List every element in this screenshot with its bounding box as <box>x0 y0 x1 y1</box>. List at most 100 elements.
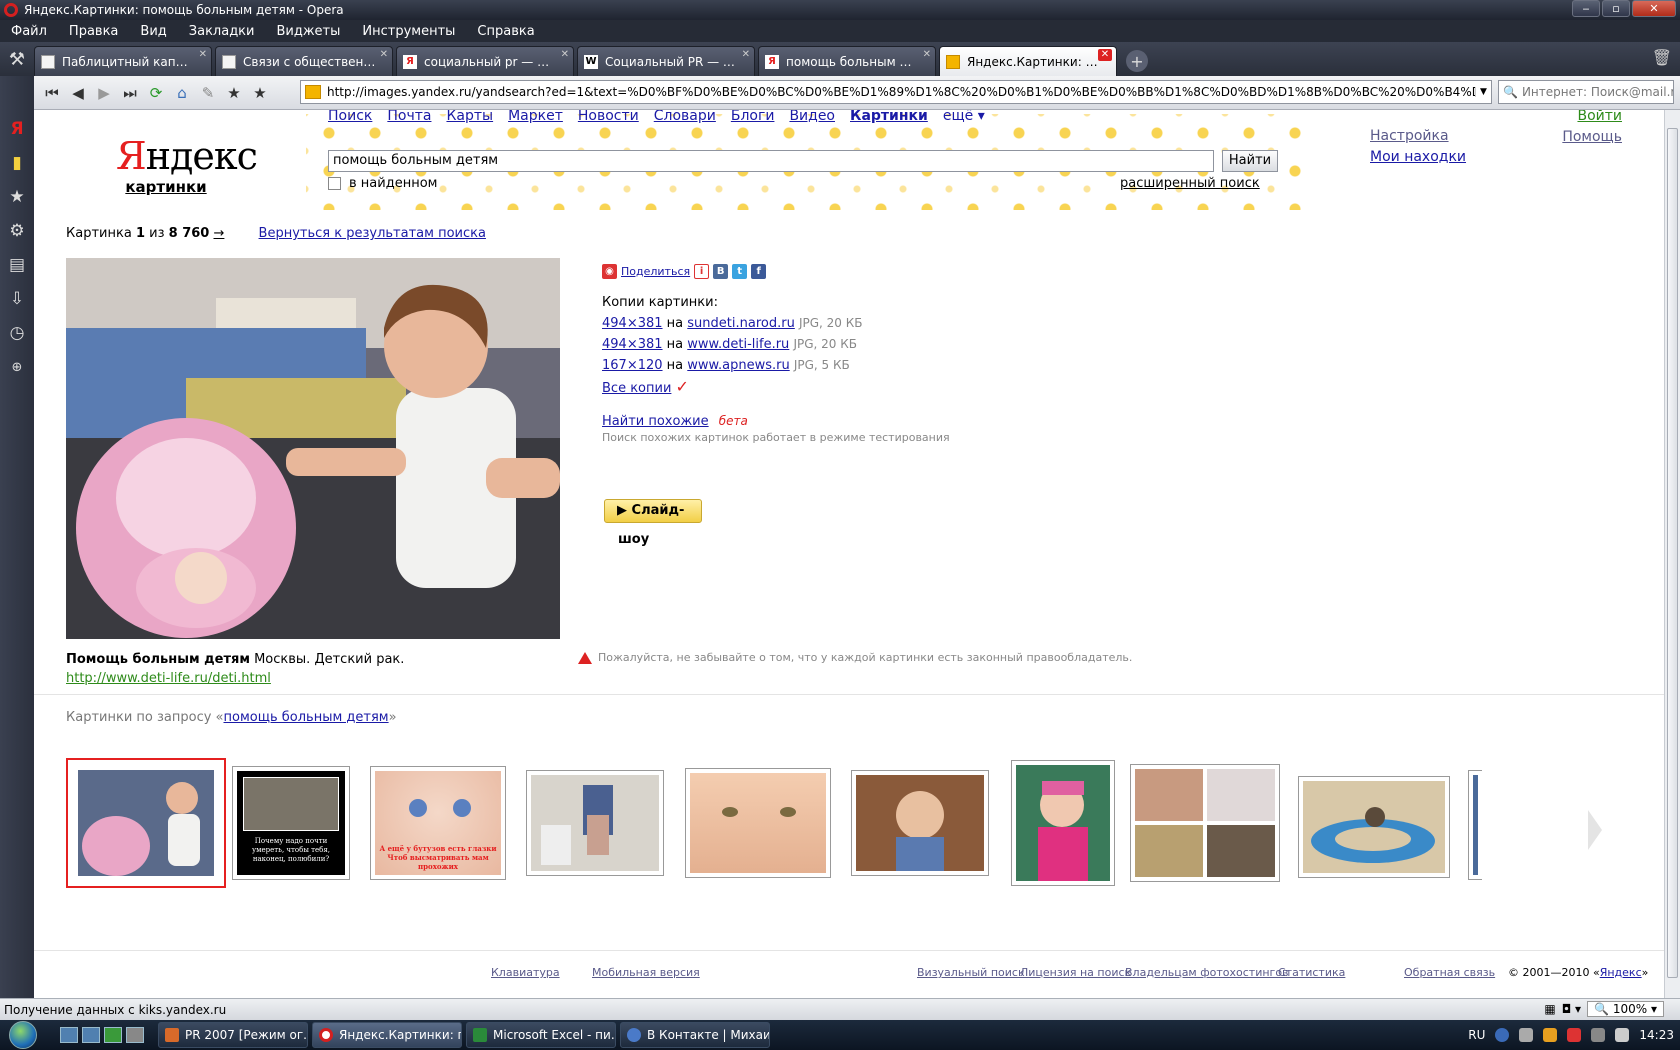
service-news[interactable]: Новости <box>578 110 639 124</box>
thumbnail-7[interactable] <box>1011 760 1115 886</box>
share-icon[interactable]: ◉ <box>602 264 617 279</box>
tab-pr-relations[interactable]: Связи с общественно... ✕ <box>215 46 393 76</box>
thumbnail-9[interactable] <box>1298 776 1450 878</box>
task-powerpoint[interactable]: PR 2007 [Режим ог... <box>158 1022 308 1048</box>
back-icon[interactable]: ◀ <box>66 81 90 105</box>
service-blogs[interactable]: Блоги <box>731 110 775 124</box>
login-link[interactable]: Войти <box>1562 110 1622 127</box>
tray-app-icon[interactable] <box>1567 1028 1582 1042</box>
yandex-logo[interactable]: Яндекс картинки <box>116 136 258 196</box>
slideshow-button[interactable]: ▶ Слайд- <box>604 499 702 523</box>
switch-windows-icon[interactable] <box>126 1027 144 1043</box>
copy-site-link[interactable]: www.deti-life.ru <box>687 337 789 352</box>
in-found-checkbox[interactable] <box>328 177 341 190</box>
statistics-link[interactable]: Статистика <box>1278 966 1345 979</box>
close-tab-icon[interactable]: ✕ <box>199 49 207 60</box>
my-finds-link[interactable]: Мои находки <box>1370 147 1466 168</box>
thumbnail-8[interactable] <box>1130 764 1280 882</box>
address-url[interactable]: http://images.yandex.ru/yandsearch?ed=1&… <box>327 85 1475 99</box>
task-opera[interactable]: Яндекс.Картинки: п... <box>312 1022 462 1048</box>
web-search-input[interactable]: 🔍 Интернет: Поиск@mail.ru <box>1498 80 1674 104</box>
menu-view[interactable]: Вид <box>129 24 177 39</box>
close-window-button[interactable]: ✕ <box>1632 0 1676 17</box>
menu-tools[interactable]: Инструменты <box>351 24 466 39</box>
myworld-icon[interactable]: i <box>694 264 710 279</box>
settings-gear-icon[interactable]: ⚙ <box>0 214 34 248</box>
keyboard-link[interactable]: Клавиатура <box>491 966 560 979</box>
maximize-button[interactable]: ▫ <box>1602 0 1630 17</box>
service-maps[interactable]: Карты <box>446 110 493 124</box>
copy-size-link[interactable]: 494×381 <box>602 316 663 331</box>
rewind-icon[interactable]: ⏮ <box>40 81 64 105</box>
copy-size-link[interactable]: 494×381 <box>602 337 663 352</box>
forward-icon[interactable]: ▶ <box>92 81 116 105</box>
source-url-link[interactable]: http://www.deti-life.ru/deti.html <box>66 669 404 688</box>
project-icon[interactable] <box>104 1027 122 1043</box>
search-engine-icon[interactable]: 🔍 <box>1503 85 1518 99</box>
thumbnail-3[interactable]: А ещё у бутузов есть глазки Чтоб высматр… <box>370 766 506 880</box>
thumbnail-1[interactable] <box>66 758 226 888</box>
menu-file[interactable]: Файл <box>0 24 58 39</box>
close-tab-icon[interactable]: ✕ <box>561 49 569 60</box>
language-indicator[interactable]: RU <box>1468 1028 1485 1042</box>
bookmarks-star-icon[interactable]: ★ <box>0 180 34 214</box>
thumbnail-5[interactable] <box>685 768 831 878</box>
back-to-results-link[interactable]: Вернуться к результатам поиска <box>259 226 486 241</box>
search-license-link[interactable]: Лицензия на поиск <box>1020 966 1131 979</box>
next-thumbnails-arrow-icon[interactable] <box>1588 810 1602 850</box>
windows-icon[interactable]: ▤ <box>0 248 34 282</box>
mobile-version-link[interactable]: Мобильная версия <box>592 966 700 979</box>
minimize-button[interactable]: ‒ <box>1572 0 1600 17</box>
thumbnail-4[interactable] <box>526 770 664 876</box>
copy-site-link[interactable]: sundeti.narod.ru <box>687 316 795 331</box>
related-query-link[interactable]: помощь больным детям <box>224 710 389 725</box>
address-bar[interactable]: http://images.yandex.ru/yandsearch?ed=1&… <box>300 80 1492 104</box>
tab-social-pr-yandex[interactable]: Я социальный pr — Ян... ✕ <box>396 46 574 76</box>
start-button[interactable] <box>0 1020 46 1050</box>
next-image-arrow[interactable]: → <box>214 226 225 241</box>
facebook-icon[interactable]: f <box>751 264 767 279</box>
address-dropdown-icon[interactable]: ▼ <box>1475 87 1491 97</box>
find-similar-link[interactable]: Найти похожие <box>602 414 709 429</box>
menu-help[interactable]: Справка <box>466 24 545 39</box>
tab-social-pr-wiki[interactable]: W Социальный PR — Ви... ✕ <box>577 46 755 76</box>
service-dictionaries[interactable]: Словари <box>654 110 716 124</box>
help-link[interactable]: Помощь <box>1562 127 1622 148</box>
history-clock-icon[interactable]: ◷ <box>0 316 34 350</box>
tray-arrow-icon[interactable] <box>1519 1028 1534 1042</box>
close-tab-icon[interactable]: ✕ <box>742 49 750 60</box>
new-tab-icon[interactable]: + <box>1126 50 1148 72</box>
thumbnail-10-partial[interactable] <box>1468 770 1482 880</box>
camera-icon[interactable]: ◘ ▾ <box>1562 1002 1581 1016</box>
yandex-panel-icon[interactable]: Я <box>0 112 34 146</box>
photo-hosting-link[interactable]: Владельцам фотохостингов <box>1125 966 1289 979</box>
vertical-scrollbar[interactable] <box>1664 110 1680 998</box>
service-images[interactable]: Картинки <box>850 110 928 124</box>
tools-icon[interactable]: ⚒ <box>0 42 34 76</box>
task-excel[interactable]: Microsoft Excel - пи... <box>466 1022 616 1048</box>
feedback-link[interactable]: Обратная связь <box>1404 966 1495 979</box>
vkontakte-icon[interactable]: B <box>713 264 729 279</box>
visual-search-link[interactable]: Визуальный поиск <box>917 966 1025 979</box>
yandex-home-link[interactable]: Яндекс <box>1600 966 1642 979</box>
task-vkontakte[interactable]: В Контакте | Михаи... <box>620 1022 770 1048</box>
tab-yandex-images[interactable]: Яндекс.Картинки: по... ✕ <box>939 46 1117 76</box>
service-market[interactable]: Маркет <box>508 110 563 124</box>
edit-icon[interactable]: ✎ <box>196 81 220 105</box>
twitter-icon[interactable]: t <box>732 264 748 279</box>
menu-widgets[interactable]: Виджеты <box>265 24 351 39</box>
antivirus-icon[interactable] <box>1543 1028 1558 1042</box>
service-video[interactable]: Видео <box>789 110 835 124</box>
copy-site-link[interactable]: www.apnews.ru <box>687 358 789 373</box>
close-tab-icon[interactable]: ✕ <box>923 49 931 60</box>
bookmark-star-icon[interactable]: ★ <box>222 81 246 105</box>
volume-icon[interactable] <box>1615 1028 1630 1042</box>
transfers-icon[interactable]: ⇩ <box>0 282 34 316</box>
logo-subtitle[interactable]: картинки <box>116 178 216 196</box>
copy-size-link[interactable]: 167×120 <box>602 358 663 373</box>
add-panel-icon[interactable]: ⊕ <box>0 350 34 384</box>
all-copies-link[interactable]: Все копии <box>602 381 671 396</box>
share-link[interactable]: Поделиться <box>621 265 690 278</box>
show-desktop-icon[interactable] <box>60 1027 78 1043</box>
network-icon[interactable] <box>1591 1028 1606 1042</box>
